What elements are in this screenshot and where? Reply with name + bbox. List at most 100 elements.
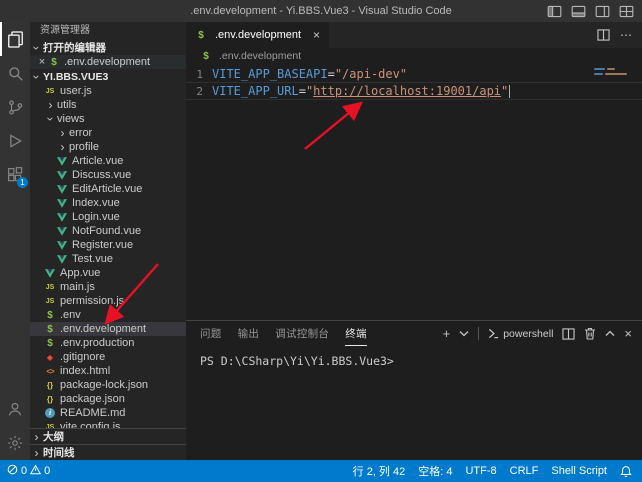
file-label: EditArticle.vue — [72, 183, 142, 195]
vue-icon — [56, 171, 68, 180]
tree-item-test.vue[interactable]: Test.vue — [30, 252, 186, 266]
vue-icon — [56, 227, 68, 236]
panel-tab-terminal[interactable]: 终端 — [345, 321, 367, 346]
open-editor-item[interactable]: ×$.env.development — [30, 55, 186, 69]
tree-item-permission.js[interactable]: JS permission.js — [30, 294, 186, 308]
tree-item-readme.md[interactable]: iREADME.md — [30, 406, 186, 420]
account-icon[interactable] — [0, 392, 30, 426]
file-label: NotFound.vue — [72, 225, 141, 237]
outline-section[interactable]: › 大纲 — [30, 428, 186, 444]
vue-icon — [56, 255, 68, 264]
tree-item-main.js[interactable]: JSmain.js — [30, 280, 186, 294]
js-icon: JS — [44, 298, 56, 305]
tree-item-register.vue[interactable]: Register.vue — [30, 238, 186, 252]
tree-item-article.vue[interactable]: Article.vue — [30, 154, 186, 168]
tree-item-app.vue[interactable]: App.vue — [30, 266, 186, 280]
tree-item-vite.config.js[interactable]: JSvite.config.js — [30, 420, 186, 428]
bell-icon[interactable] — [620, 465, 632, 478]
tree-item-package.json[interactable]: {}package.json — [30, 392, 186, 406]
tree-item-user.js[interactable]: JSuser.js — [30, 84, 186, 98]
problems-indicator[interactable]: 0 0 — [7, 464, 50, 478]
open-editors-header[interactable]: › 打开的编辑器 — [30, 40, 186, 55]
status-cursor-position[interactable]: 行 2, 列 42 — [353, 463, 406, 479]
tree-item-login.vue[interactable]: Login.vue — [30, 210, 186, 224]
tree-item-notfound.vue[interactable]: NotFound.vue — [30, 224, 186, 238]
panel-tab-problems[interactable]: 问题 — [200, 321, 222, 346]
project-header[interactable]: › YI.BBS.VUE3 — [30, 69, 186, 84]
more-actions-icon[interactable]: ⋯ — [620, 28, 632, 42]
sidebar-title: 资源管理器 — [30, 22, 186, 40]
minimap[interactable] — [594, 68, 630, 78]
code-link[interactable]: http://localhost:19001/api — [313, 84, 501, 98]
file-label: utils — [57, 99, 77, 111]
terminal[interactable]: PS D:\CSharp\Yi\Yi.BBS.Vue3> — [186, 346, 642, 368]
file-tree: JSuser.js›utils›views›error›profileArtic… — [30, 84, 186, 428]
file-label: .env.production — [60, 337, 134, 349]
tree-item-error[interactable]: ›error — [30, 126, 186, 140]
toggle-sidebar-icon[interactable] — [547, 5, 562, 18]
panel-tab-output[interactable]: 输出 — [238, 321, 260, 346]
chevron-right-icon: › — [30, 431, 43, 443]
maximize-panel-icon[interactable] — [605, 330, 615, 337]
activity-bar: 1 — [0, 22, 30, 460]
close-editor-icon[interactable]: × — [36, 56, 48, 68]
chevron-right-icon: › — [56, 127, 69, 139]
tree-item-index.vue[interactable]: Index.vue — [30, 196, 186, 210]
tree-item-views[interactable]: ›views — [30, 112, 186, 126]
open-editors-label: 打开的编辑器 — [43, 40, 106, 55]
tree-item-.env.development[interactable]: $ .env.development — [30, 322, 186, 336]
code-line-1[interactable]: 1VITE_APP_BASEAPI="/api-dev" — [186, 66, 642, 82]
env-icon: $ — [44, 310, 56, 321]
tree-item-utils[interactable]: ›utils — [30, 98, 186, 112]
breadcrumb[interactable]: $ .env.development — [186, 48, 642, 64]
timeline-section[interactable]: › 时间线 — [30, 444, 186, 460]
status-indentation[interactable]: 空格: 4 — [418, 463, 452, 479]
launch-profile-chevron-icon[interactable] — [459, 330, 469, 337]
tree-item-.gitignore[interactable]: ◆.gitignore — [30, 350, 186, 364]
env-icon: $ — [44, 324, 56, 335]
split-editor-icon[interactable] — [597, 29, 610, 41]
kill-terminal-icon[interactable] — [584, 327, 596, 340]
file-label: main.js — [60, 281, 95, 293]
tree-item-.env[interactable]: $.env — [30, 308, 186, 322]
code-line-2[interactable]: 2VITE_APP_URL="http://localhost:19001/ap… — [186, 82, 642, 100]
run-debug-icon[interactable] — [0, 124, 30, 158]
source-control-icon[interactable] — [0, 90, 30, 124]
new-terminal-icon[interactable]: + — [443, 327, 451, 340]
status-language[interactable]: Shell Script — [551, 465, 607, 477]
line-number: 1 — [186, 68, 203, 81]
extensions-icon[interactable]: 1 — [0, 158, 30, 192]
close-tab-icon[interactable]: × — [313, 28, 320, 42]
tree-item-package-lock.json[interactable]: {}package-lock.json — [30, 378, 186, 392]
tree-item-.env.production[interactable]: $.env.production — [30, 336, 186, 350]
file-label: .env.development — [60, 323, 146, 335]
status-eol[interactable]: CRLF — [510, 465, 539, 477]
tree-item-editarticle.vue[interactable]: EditArticle.vue — [30, 182, 186, 196]
tab-env-development[interactable]: $ .env.development × — [186, 22, 329, 48]
settings-gear-icon[interactable] — [0, 426, 30, 460]
warning-icon — [30, 464, 41, 478]
tree-item-discuss.vue[interactable]: Discuss.vue — [30, 168, 186, 182]
explorer-icon[interactable] — [0, 22, 30, 56]
git-icon: ◆ — [44, 353, 56, 362]
breadcrumb-item[interactable]: .env.development — [219, 50, 301, 62]
split-terminal-icon[interactable] — [562, 328, 575, 340]
terminal-shell-item[interactable]: powershell — [488, 328, 553, 340]
tree-item-profile[interactable]: ›profile — [30, 140, 186, 154]
file-label: permission.js — [60, 295, 124, 307]
file-label: package-lock.json — [60, 379, 148, 391]
customize-layout-icon[interactable] — [619, 5, 634, 18]
chevron-down-icon: › — [45, 113, 57, 126]
separator — [478, 327, 479, 340]
tree-item-index.html[interactable]: <>index.html — [30, 364, 186, 378]
file-label: index.html — [60, 365, 110, 377]
status-encoding[interactable]: UTF-8 — [465, 465, 496, 477]
code-editor[interactable]: 1VITE_APP_BASEAPI="/api-dev"2VITE_APP_UR… — [186, 64, 642, 320]
toggle-secondary-sidebar-icon[interactable] — [595, 5, 610, 18]
toggle-panel-icon[interactable] — [571, 5, 586, 18]
close-panel-icon[interactable]: × — [624, 327, 632, 340]
search-icon[interactable] — [0, 56, 30, 90]
extensions-badge: 1 — [17, 177, 28, 188]
panel-tab-debug-console[interactable]: 调试控制台 — [275, 321, 329, 346]
status-bar: 0 0 行 2, 列 42 空格: 4 UTF-8 CRLF Shell Scr… — [0, 460, 642, 482]
